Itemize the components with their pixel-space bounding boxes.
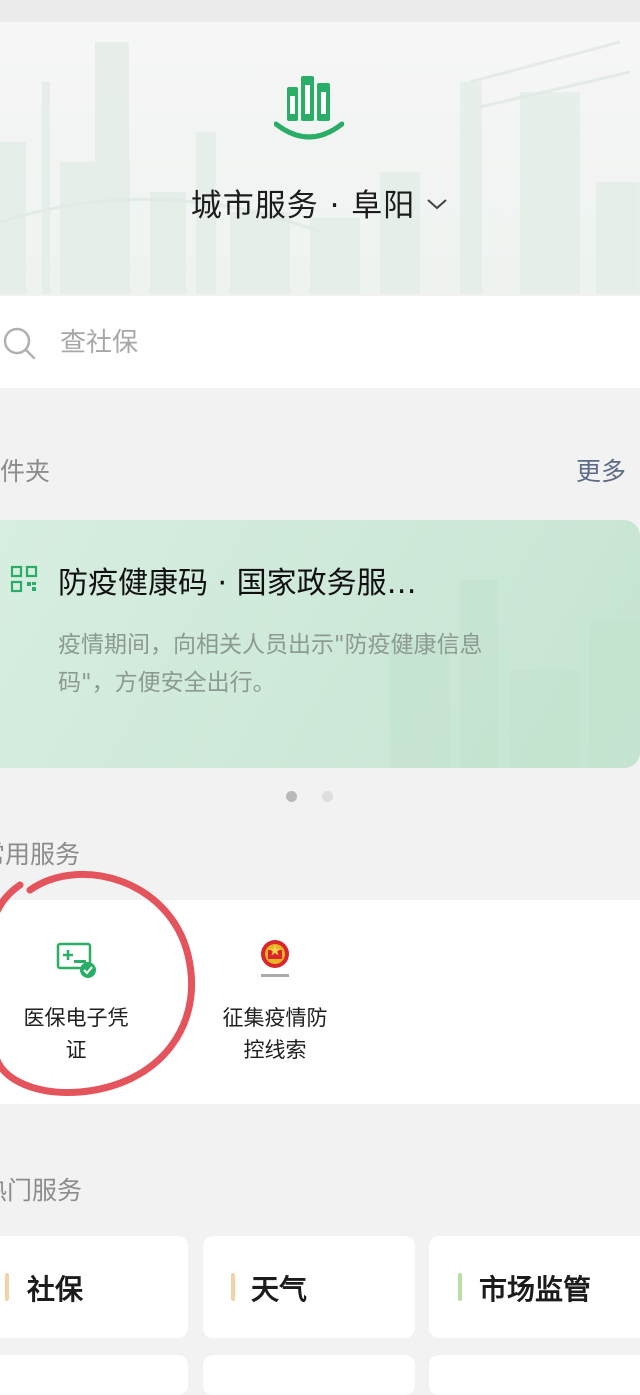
hot-service-label: 社保 bbox=[27, 1273, 84, 1306]
medical-insurance-card-icon bbox=[56, 942, 96, 978]
accent-bar bbox=[5, 1273, 9, 1301]
city-service-header: 城市服务 · 阜阳 bbox=[0, 22, 640, 294]
carousel-pager bbox=[0, 791, 640, 805]
hot-service-label: 天气 bbox=[251, 1273, 308, 1306]
top-strip bbox=[0, 0, 640, 22]
qr-code-icon bbox=[10, 565, 38, 593]
city-title-row[interactable]: 城市服务 · 阜阳 bbox=[0, 180, 640, 224]
health-code-card[interactable]: 防疫健康码 · 国家政务服… 疫情期间，向相关人员出示"防疫健康信息码"，方便安… bbox=[0, 520, 640, 768]
hot-service-market-supervision[interactable]: 市场监管 bbox=[429, 1236, 640, 1338]
section-label-folder: 证件夹 bbox=[0, 457, 51, 486]
hot-service-card-next[interactable] bbox=[429, 1355, 640, 1395]
hot-service-social-security[interactable]: 社保 bbox=[0, 1236, 188, 1338]
hot-service-label: 市场监管 bbox=[479, 1273, 592, 1306]
accent-bar bbox=[458, 1273, 462, 1301]
search-icon[interactable] bbox=[2, 326, 36, 360]
accent-bar bbox=[231, 1273, 235, 1301]
page-title: 城市服务 · 阜阳 bbox=[190, 187, 416, 224]
national-emblem-icon bbox=[261, 940, 289, 977]
pager-dot-active[interactable] bbox=[286, 791, 297, 802]
section-label-common: 常用服务 bbox=[0, 840, 81, 869]
card-description: 疫情期间，向相关人员出示"防疫健康信息码"，方便安全出行。 bbox=[58, 632, 483, 696]
hot-service-weather[interactable]: 天气 bbox=[203, 1236, 415, 1338]
hot-service-card-next[interactable] bbox=[0, 1355, 188, 1395]
skyline-background bbox=[0, 40, 640, 294]
city-buildings-logo-icon bbox=[274, 76, 344, 140]
section-label-hot: 热门服务 bbox=[0, 1176, 83, 1205]
service-item-medical-card[interactable]: 医保电子凭证 bbox=[16, 936, 136, 1066]
service-label: 医保电子凭证 bbox=[23, 1006, 129, 1062]
chevron-down-icon[interactable] bbox=[425, 196, 449, 212]
service-label: 征集疫情防控线索 bbox=[222, 1006, 328, 1062]
hot-service-card-next[interactable] bbox=[203, 1355, 415, 1395]
more-link[interactable]: 更多 bbox=[576, 452, 626, 488]
card-title: 防疫健康码 · 国家政务服… bbox=[58, 566, 417, 601]
service-item-epidemic-clues[interactable]: 征集疫情防控线索 bbox=[215, 936, 335, 1066]
pager-dot[interactable] bbox=[322, 791, 333, 802]
search-input[interactable]: 查社保 bbox=[60, 322, 138, 359]
